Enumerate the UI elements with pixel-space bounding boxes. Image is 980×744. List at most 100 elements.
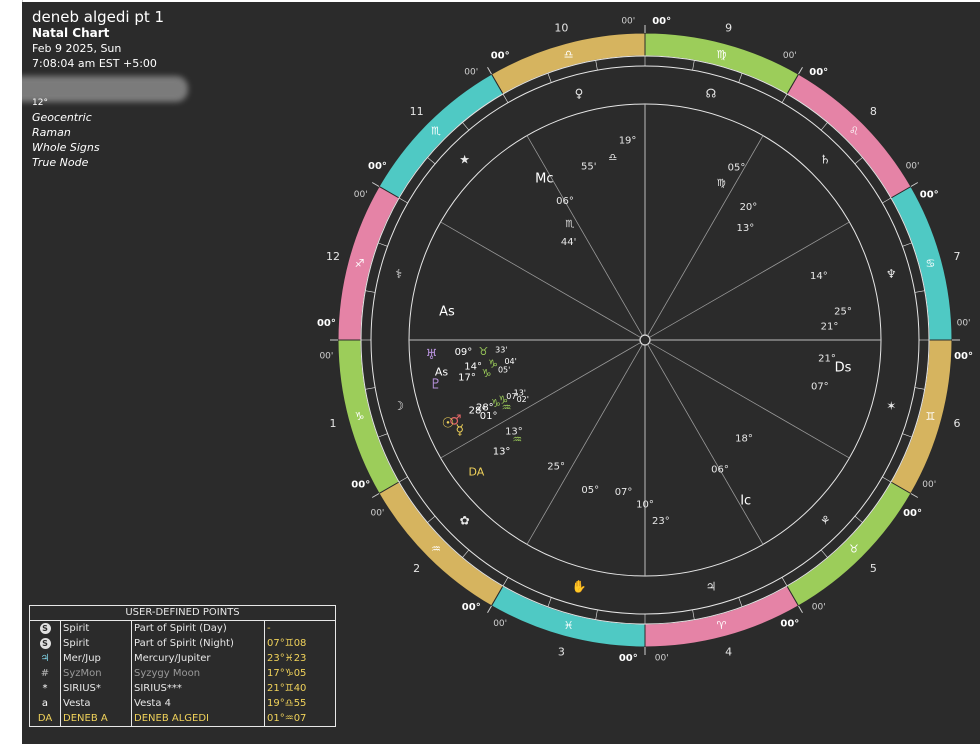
cusp-minute: 00' <box>370 509 384 519</box>
sign-glyph: ♓ <box>564 619 574 632</box>
chart-canvas: ♑ 1 ♒ 2 ♓ 3 ♈ 4 ♉ 5 ♊ 6 ♋ 7 ♌ 8 ♍ 9 ♎ 10 ♏ 11 ♐ 12 00° 00' 00° 00' 0… <box>22 2 980 744</box>
udp-title: USER-DEFINED POINTS <box>30 606 335 621</box>
cusp-minute: 00' <box>783 51 797 61</box>
placement-label: 55' <box>581 161 596 172</box>
decan-symbol-icon: ☊ <box>706 87 717 101</box>
angle-label-ic: Ic <box>740 494 751 509</box>
cusp-tick <box>798 605 803 614</box>
chart-type: Natal Chart <box>32 26 110 40</box>
angle-label-dsc: Ds <box>835 360 852 375</box>
udp-position-text: 01°♒07 <box>267 713 307 724</box>
planet-glyph-icon: ♅ <box>425 347 438 363</box>
cusp-minute: 00' <box>906 161 920 171</box>
udp-full-name: SIRIUS*** <box>131 681 265 696</box>
udp-row: * SIRIUS* SIRIUS*** 21°♊40 <box>30 681 335 696</box>
cusp-minute: 00' <box>464 67 478 77</box>
house-number: 11 <box>410 105 424 118</box>
udp-position: - <box>265 621 336 636</box>
sign-glyph: ♎ <box>564 48 574 61</box>
chart-title: deneb algedi pt 1 <box>32 8 165 26</box>
cusp-minute: 00' <box>957 318 971 328</box>
planet-sign: ♑ <box>491 397 501 410</box>
placement-label: 13° <box>737 223 755 234</box>
house-number: 10 <box>554 22 568 35</box>
udp-row: DA DENEB A DENEB ALGEDI 01°♒07 <box>30 711 335 726</box>
house-number: 12 <box>326 250 340 263</box>
sign-glyph: ♊ <box>925 410 935 423</box>
angle-label-mc: Mc <box>535 171 553 186</box>
sign-glyph: ♉ <box>849 542 859 555</box>
udp-position-text: 21°♊40 <box>267 683 307 694</box>
cusp-degree: 00° <box>368 161 387 172</box>
sign-glyph: ♑ <box>355 410 365 423</box>
sign-glyph: ♒ <box>431 542 441 555</box>
udp-icon: DA <box>30 711 61 726</box>
decan-symbol-icon: ♀ <box>575 87 584 101</box>
placement-label: ♏ <box>565 219 574 230</box>
house-number: 3 <box>558 645 565 658</box>
cusp-tick <box>910 182 919 187</box>
udp-icon: S <box>30 636 61 651</box>
sign-glyph: ♌ <box>849 125 859 138</box>
decan-symbol-icon: ⚕ <box>395 267 402 281</box>
decan-symbol-icon: ☽ <box>393 399 404 413</box>
udp-row: # SyzMon Syzygy Moon 17°♑05 <box>30 666 335 681</box>
udp-position: 01°♒07 <box>265 711 336 726</box>
udp-icon: * <box>30 681 61 696</box>
udp-short-name: Mer/Jup <box>60 651 132 666</box>
cusp-minute: 00' <box>655 654 669 664</box>
cusp-degree: 00° <box>351 479 370 490</box>
udp-full-name-text: Syzygy Moon <box>134 668 201 679</box>
sign-glyph: ♐ <box>355 257 365 270</box>
cusp-degree: 00° <box>780 619 799 630</box>
decan-symbol-icon: ♃ <box>706 579 717 593</box>
decan-symbol-icon: ★ <box>459 153 470 167</box>
placement-label: 06° <box>556 196 574 207</box>
udp-icon-text: S <box>39 638 51 649</box>
cusp-tick <box>798 66 803 75</box>
setting-ayanamsa: Raman <box>32 126 71 139</box>
placement-label: 21° <box>821 322 839 333</box>
udp-short-name: DENEB A <box>60 711 132 726</box>
placement-label: 05° <box>581 485 599 496</box>
udp-icon: ♃ <box>30 651 61 666</box>
planet-minute: 33' <box>495 346 507 355</box>
udp-short-name: Spirit <box>60 621 132 636</box>
placement-label: 20° <box>740 202 758 213</box>
planet-degree: 09° <box>455 347 473 358</box>
udp-full-name-text: Part of Spirit (Night) <box>134 638 234 649</box>
placement-label: 23° <box>652 516 670 527</box>
chart-settings: Geocentric Raman Whole Signs True Node <box>32 110 100 170</box>
user-defined-points-table: USER-DEFINED POINTS S Spirit Part of Spiri… <box>29 605 336 727</box>
udp-full-name: DENEB ALGEDI <box>131 711 265 726</box>
udp-icon: # <box>30 666 61 681</box>
planet-sign: ♉ <box>478 345 488 358</box>
udp-full-name-text: DENEB ALGEDI <box>134 713 209 724</box>
house-number: 4 <box>725 645 732 658</box>
decan-symbol-icon: ✶ <box>886 399 896 413</box>
udp-position-text: 19°♎55 <box>267 698 307 709</box>
udp-full-name-text: Mercury/Jupiter <box>134 653 211 664</box>
udp-short-name-text: DENEB A <box>63 713 108 724</box>
cusp-degree: 00° <box>619 653 638 664</box>
planet-minute: 02' <box>517 395 529 404</box>
house-number: 1 <box>330 417 337 430</box>
udp-icon-text: ♃ <box>40 653 50 664</box>
cusp-degree: 00° <box>809 67 828 78</box>
udp-short-name-text: SyzMon <box>63 668 102 679</box>
cusp-degree: 00° <box>317 318 336 329</box>
udp-position-text: 23°♓23 <box>267 653 307 664</box>
udp-full-name: Syzygy Moon <box>131 666 265 681</box>
placement-label: 44' <box>561 237 576 248</box>
placement-label: 05° <box>728 162 746 173</box>
udp-position-text: 17°♑05 <box>267 668 307 679</box>
udp-short-name-text: SIRIUS* <box>63 683 101 694</box>
udp-icon: S <box>30 621 61 636</box>
chart-date: Feb 9 2025, Sun <box>32 42 122 55</box>
cusp-degree: 00° <box>462 602 481 613</box>
udp-position: 07°♊08 <box>265 636 336 651</box>
udp-full-name: Part of Spirit (Night) <box>131 636 265 651</box>
udp-short-name: SyzMon <box>60 666 132 681</box>
planet-glyph-icon: ☿ <box>456 422 465 438</box>
cusp-degree: 00° <box>903 508 922 519</box>
